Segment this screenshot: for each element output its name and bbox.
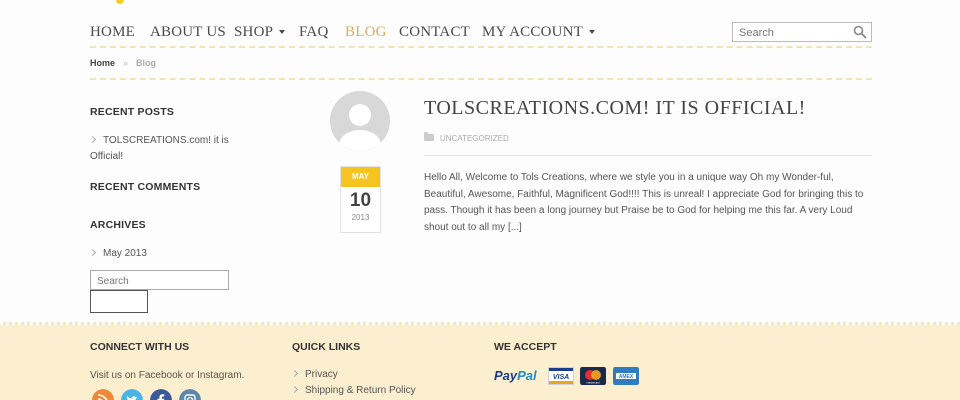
- we-accept-heading: WE ACCEPT: [494, 341, 557, 353]
- breadcrumb-separator: »: [123, 58, 129, 68]
- post-divider: [424, 155, 872, 156]
- logo-tip[interactable]: [116, 0, 124, 4]
- nav-contact[interactable]: CONTACT: [399, 24, 470, 41]
- quick-links-heading: QUICK LINKS: [292, 341, 361, 353]
- rss-icon[interactable]: [92, 389, 114, 400]
- sidebar-search-input[interactable]: [91, 272, 228, 291]
- nav-shop[interactable]: SHOP: [234, 24, 286, 41]
- mastercard-label: mastercard: [587, 381, 601, 385]
- twitter-icon[interactable]: [121, 389, 143, 400]
- breadcrumb-home[interactable]: Home: [90, 58, 115, 68]
- chevron-down-icon: [589, 29, 596, 34]
- nav-divider: [90, 46, 872, 48]
- visa-label: VISA: [553, 374, 569, 381]
- header-search-input[interactable]: [733, 24, 849, 42]
- nav-faq[interactable]: FAQ: [299, 24, 329, 41]
- search-icon[interactable]: [853, 25, 867, 39]
- recent-post-link[interactable]: TOLSCREATIONS.com! it is Official!: [88, 133, 240, 165]
- post-excerpt: Hello All, Welcome to Tols Creations, wh…: [424, 170, 874, 236]
- paypal-pal: Pal: [517, 368, 537, 383]
- quick-link-shipping-label[interactable]: Shipping & Return Policy: [305, 385, 416, 396]
- breadcrumb-current: Blog: [136, 58, 157, 68]
- archive-label[interactable]: May 2013: [103, 248, 147, 259]
- nav-shop-label: SHOP: [234, 24, 274, 40]
- sidebar-search-button[interactable]: [90, 290, 148, 313]
- visa-card-icon: VISA: [548, 367, 574, 385]
- chevron-right-icon: [88, 135, 97, 144]
- post-date-day: 10: [349, 190, 372, 211]
- quick-link-privacy-label[interactable]: Privacy: [305, 369, 338, 380]
- recent-posts-heading: RECENT POSTS: [90, 106, 175, 118]
- post-title[interactable]: TOLSCREATIONS.COM! IT IS OFFICIAL!: [424, 97, 806, 120]
- nav-home[interactable]: HOME: [90, 24, 135, 41]
- nav-blog[interactable]: BLOG: [345, 24, 387, 41]
- paypal-pay: Pay: [494, 368, 518, 383]
- breadcrumb-divider: [90, 78, 872, 80]
- post-date-badge: MAY 10 2013: [340, 166, 381, 233]
- post-excerpt-text: Hello All, Welcome to Tols Creations, wh…: [424, 172, 864, 233]
- connect-heading: CONNECT WITH US: [90, 341, 190, 353]
- chevron-right-icon: [290, 385, 299, 394]
- archive-link[interactable]: May 2013: [88, 246, 147, 262]
- chevron-right-icon: [88, 248, 97, 257]
- nav-my-account[interactable]: MY ACCOUNT: [482, 24, 596, 41]
- author-avatar: [330, 91, 390, 151]
- quick-link-privacy[interactable]: Privacy: [290, 369, 338, 380]
- breadcrumb: Home » Blog: [90, 58, 156, 68]
- header-search: [732, 22, 872, 42]
- footer: CONNECT WITH US Visit us on Facebook or …: [0, 322, 960, 400]
- main-navigation: HOME ABOUT US SHOP FAQ BLOG CONTACT MY A…: [90, 20, 872, 48]
- nav-my-account-label: MY ACCOUNT: [482, 24, 584, 40]
- connect-text: Visit us on Facebook or Instagram.: [90, 370, 245, 381]
- archives-heading: ARCHIVES: [90, 219, 146, 231]
- sidebar-search: [90, 270, 229, 291]
- post-category[interactable]: UNCATEGORIZED: [440, 134, 509, 143]
- mastercard-icon: mastercard: [580, 367, 606, 385]
- quick-link-shipping[interactable]: Shipping & Return Policy: [290, 385, 416, 396]
- recent-post-title[interactable]: TOLSCREATIONS.com! it is Official!: [90, 135, 229, 162]
- paypal-logo: PayPal: [494, 368, 537, 383]
- amex-label: AMEX: [619, 374, 634, 380]
- folder-icon: [424, 132, 434, 141]
- post-meta: UNCATEGORIZED: [424, 132, 509, 143]
- nav-about-us[interactable]: ABOUT US: [150, 24, 226, 41]
- read-more-link[interactable]: [...]: [508, 222, 522, 233]
- post-date-month: MAY: [341, 167, 380, 187]
- instagram-icon[interactable]: [179, 389, 201, 400]
- chevron-down-icon: [279, 29, 286, 34]
- amex-card-icon: AMEX: [613, 367, 639, 385]
- user-silhouette-icon: [339, 104, 381, 151]
- footer-edge: [0, 322, 960, 325]
- chevron-right-icon: [290, 369, 299, 378]
- recent-comments-heading: RECENT COMMENTS: [90, 181, 201, 193]
- post-date-year: 2013: [351, 213, 370, 222]
- facebook-icon[interactable]: [150, 389, 172, 400]
